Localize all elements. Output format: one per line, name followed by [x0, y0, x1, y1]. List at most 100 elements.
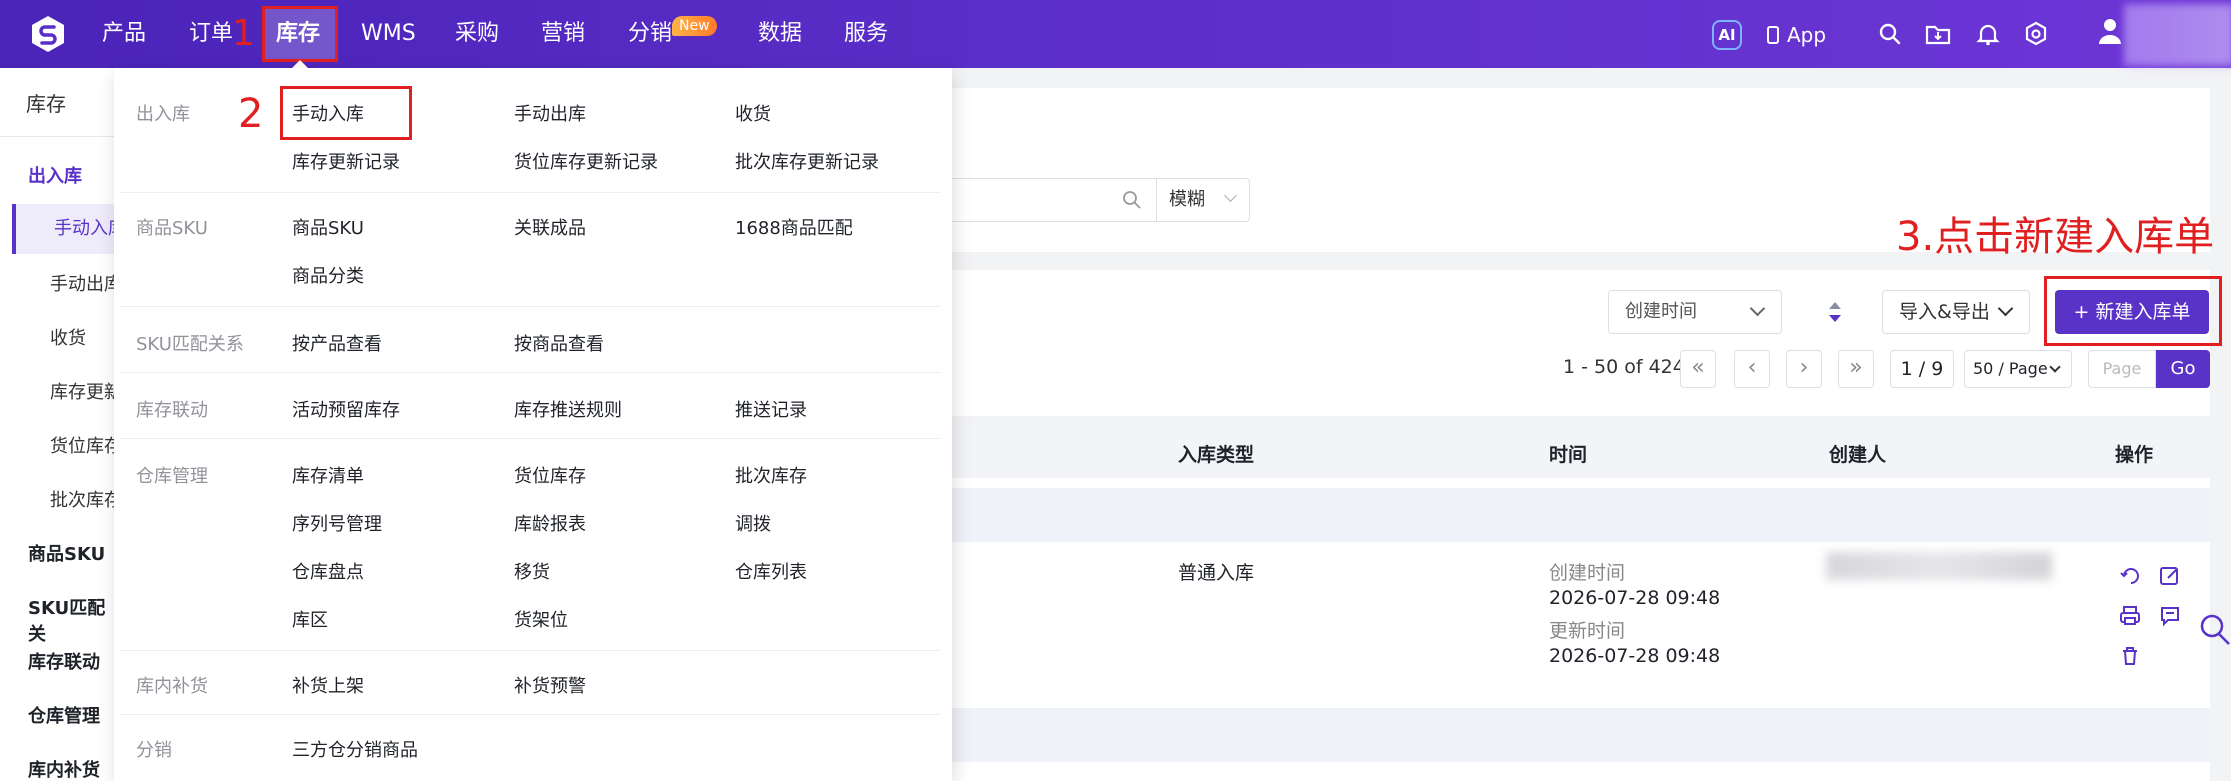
- chevron-down-icon: [1749, 300, 1766, 317]
- sidebar-item-stock-updates[interactable]: 库存更新: [50, 378, 122, 404]
- nav-item-products[interactable]: 产品: [102, 0, 146, 68]
- column-header-actions: 操作: [2115, 444, 2154, 466]
- menu-link-transfer[interactable]: 调拨: [735, 510, 771, 536]
- last-page-icon[interactable]: »: [1838, 350, 1874, 388]
- first-page-icon[interactable]: «: [1680, 350, 1716, 388]
- menu-link-receiving[interactable]: 收货: [735, 100, 771, 126]
- import-export-button[interactable]: 导入&导出: [1882, 290, 2030, 334]
- search-input[interactable]: [930, 178, 1156, 222]
- sidebar-item-bin-stock[interactable]: 货位库存: [50, 432, 122, 458]
- sidebar-item-batch-stock[interactable]: 批次库存: [50, 486, 122, 512]
- putaway-icon[interactable]: [2118, 564, 2142, 588]
- nav-item-wms[interactable]: WMS: [361, 0, 416, 68]
- sidebar-item-receiving[interactable]: 收货: [50, 324, 86, 350]
- nav-item-purchase[interactable]: 采购: [455, 0, 499, 68]
- gear-icon[interactable]: [2022, 20, 2050, 48]
- new-inbound-order-label: 新建入库单: [2095, 301, 2191, 323]
- sidebar-group-stock-sync[interactable]: 库存联动: [28, 648, 100, 674]
- menu-link-view-by-product[interactable]: 按产品查看: [292, 330, 382, 356]
- menu-link-bin-stock[interactable]: 货位库存: [514, 462, 586, 488]
- menu-divider: [120, 438, 940, 439]
- nav-item-service[interactable]: 服务: [844, 0, 888, 68]
- menu-link-push-log[interactable]: 推送记录: [735, 396, 807, 422]
- menu-link-batch-stock-update-log[interactable]: 批次库存更新记录: [735, 148, 879, 174]
- menu-link-push-rules[interactable]: 库存推送规则: [514, 396, 622, 422]
- menu-link-stock-update-log[interactable]: 库存更新记录: [292, 148, 400, 174]
- sidebar-group-replenish[interactable]: 库内补货: [28, 756, 100, 781]
- next-page-icon[interactable]: ›: [1786, 350, 1822, 388]
- match-mode-value: 模糊: [1169, 189, 1205, 210]
- username-blurred[interactable]: [2124, 4, 2231, 66]
- nav-item-data[interactable]: 数据: [758, 0, 802, 68]
- menu-link-aging-report[interactable]: 库龄报表: [514, 510, 586, 536]
- sort-field-select[interactable]: 创建时间: [1608, 290, 1782, 334]
- menu-category-distribution: 分销: [136, 740, 172, 761]
- nav-item-marketing[interactable]: 营销: [541, 0, 585, 68]
- bell-icon[interactable]: [1974, 20, 2002, 48]
- prev-page-icon[interactable]: ‹: [1734, 350, 1770, 388]
- new-inbound-order-button[interactable]: + 新建入库单: [2055, 290, 2209, 334]
- user-avatar-icon[interactable]: [2096, 14, 2124, 48]
- menu-link-stocktake[interactable]: 仓库盘点: [292, 558, 364, 584]
- nav-item-inventory[interactable]: 库存: [276, 0, 320, 68]
- trash-icon[interactable]: [2118, 644, 2142, 668]
- page-size-select[interactable]: 50 / Page: [1964, 350, 2072, 388]
- sidebar-group-inout[interactable]: 出入库: [28, 162, 82, 188]
- match-mode-select[interactable]: 模糊: [1156, 178, 1250, 222]
- annotation-step-3: 3.点击新建入库单: [1896, 214, 2215, 260]
- menu-divider: [120, 306, 940, 307]
- menu-link-3pl-distribution-items[interactable]: 三方仓分销商品: [292, 736, 418, 762]
- menu-link-replenish-alert[interactable]: 补货预警: [514, 672, 586, 698]
- menu-link-batch-stock[interactable]: 批次库存: [735, 462, 807, 488]
- pagination-summary: 1 - 50 of 424: [1563, 356, 1685, 378]
- edit-icon[interactable]: [2158, 564, 2182, 588]
- menu-link-manual-outbound[interactable]: 手动出库: [514, 100, 586, 126]
- menu-category-replenish: 库内补货: [136, 676, 208, 697]
- search-icon[interactable]: [1876, 20, 1904, 48]
- sidebar-group-sku-match[interactable]: SKU匹配关: [28, 594, 118, 646]
- sidebar-item-manual-inbound[interactable]: 手动入库: [12, 204, 126, 254]
- chevron-down-icon: [2049, 361, 2061, 373]
- floating-search-icon[interactable]: [2198, 612, 2231, 646]
- column-header-creator: 创建人: [1829, 444, 1887, 466]
- page-jump-input[interactable]: Page: [2088, 350, 2156, 388]
- menu-link-bin-stock-update-log[interactable]: 货位库存更新记录: [514, 148, 658, 174]
- menu-category-warehouse: 仓库管理: [136, 466, 208, 487]
- app-logo-icon[interactable]: [28, 14, 68, 54]
- ai-button[interactable]: AI: [1712, 20, 1742, 50]
- menu-link-promo-reserved[interactable]: 活动预留库存: [292, 396, 400, 422]
- sidebar-group-warehouse[interactable]: 仓库管理: [28, 702, 100, 728]
- menu-link-replenish-putaway[interactable]: 补货上架: [292, 672, 364, 698]
- page-go-button[interactable]: Go: [2156, 350, 2210, 388]
- nav-item-distribution[interactable]: 分销: [628, 0, 672, 68]
- column-header-type: 入库类型: [1178, 444, 1255, 466]
- app-download-button[interactable]: App: [1767, 20, 1826, 50]
- download-folder-icon[interactable]: [1924, 20, 1952, 48]
- menu-link-product-category[interactable]: 商品分类: [292, 262, 364, 288]
- menu-divider: [120, 650, 940, 651]
- menu-link-serial-numbers[interactable]: 序列号管理: [292, 510, 382, 536]
- sort-order-icon[interactable]: [1824, 294, 1846, 330]
- sidebar-item-manual-outbound[interactable]: 手动出库: [50, 270, 122, 296]
- menu-link-view-by-item[interactable]: 按商品查看: [514, 330, 604, 356]
- inbound-type-cell: 普通入库: [1178, 562, 1255, 584]
- print-icon[interactable]: [2118, 604, 2142, 628]
- menu-link-product-sku[interactable]: 商品SKU: [292, 214, 364, 240]
- new-badge: New: [672, 16, 717, 36]
- column-header-time: 时间: [1549, 444, 1588, 466]
- menu-link-linked-products[interactable]: 关联成品: [514, 214, 586, 240]
- remark-icon[interactable]: [2158, 604, 2182, 628]
- menu-link-move-stock[interactable]: 移货: [514, 558, 550, 584]
- menu-link-manual-inbound[interactable]: 手动入库: [292, 100, 364, 126]
- chevron-down-icon: [1997, 300, 2014, 317]
- mobile-icon: [1767, 26, 1779, 44]
- menu-link-shelf-bins[interactable]: 货架位: [514, 606, 568, 632]
- updated-time-label: 更新时间: [1549, 620, 1626, 642]
- sort-field-value: 创建时间: [1625, 301, 1697, 322]
- menu-link-zones[interactable]: 库区: [292, 606, 328, 632]
- menu-link-1688-match[interactable]: 1688商品匹配: [735, 214, 853, 240]
- menu-link-stock-list[interactable]: 库存清单: [292, 462, 364, 488]
- nav-item-orders[interactable]: 订单: [189, 0, 233, 68]
- sidebar-group-sku[interactable]: 商品SKU: [28, 540, 105, 566]
- menu-link-warehouse-list[interactable]: 仓库列表: [735, 558, 807, 584]
